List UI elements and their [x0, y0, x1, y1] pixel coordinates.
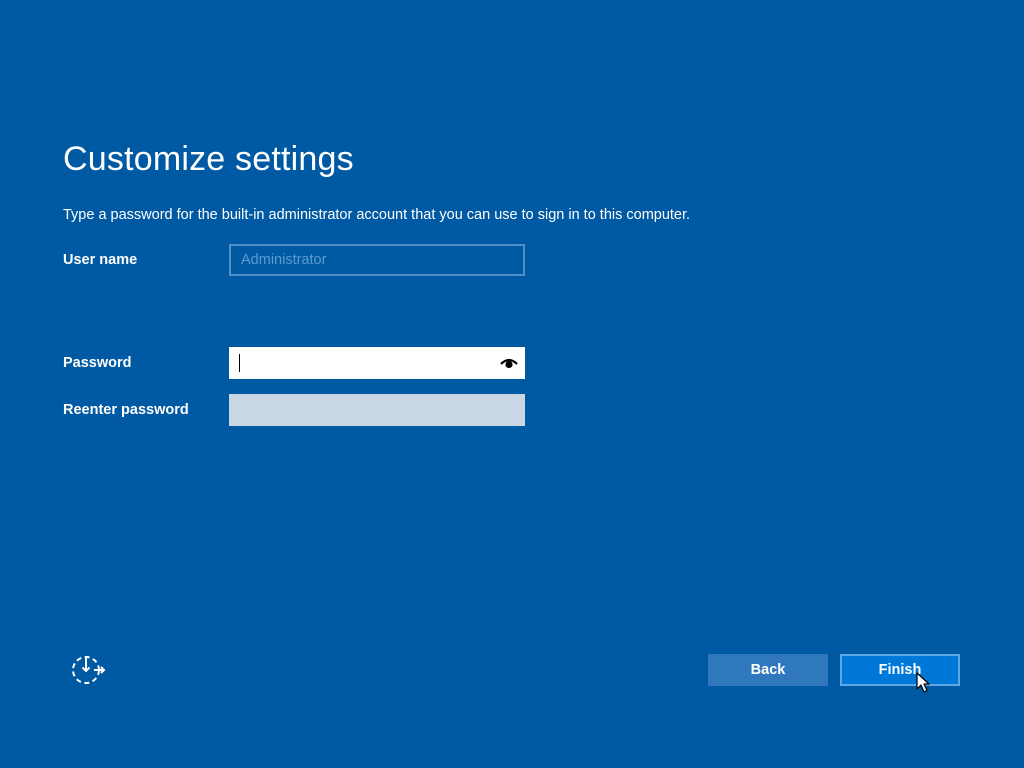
page-title: Customize settings	[63, 140, 354, 178]
mouse-cursor-icon	[916, 672, 930, 693]
username-field	[229, 244, 525, 276]
username-label: User name	[63, 252, 138, 268]
ease-of-access-icon[interactable]	[70, 654, 106, 686]
finish-button[interactable]: Finish	[840, 654, 960, 686]
password-field[interactable]	[229, 347, 525, 379]
password-label: Password	[63, 355, 132, 371]
eye-icon[interactable]	[499, 356, 519, 370]
oobe-screen: Customize settings Type a password for t…	[0, 0, 1024, 768]
text-caret	[239, 354, 240, 372]
reenter-password-label: Reenter password	[63, 402, 189, 418]
back-button[interactable]: Back	[708, 654, 828, 686]
reenter-password-field[interactable]	[229, 394, 525, 426]
instruction-text: Type a password for the built-in adminis…	[63, 207, 691, 223]
